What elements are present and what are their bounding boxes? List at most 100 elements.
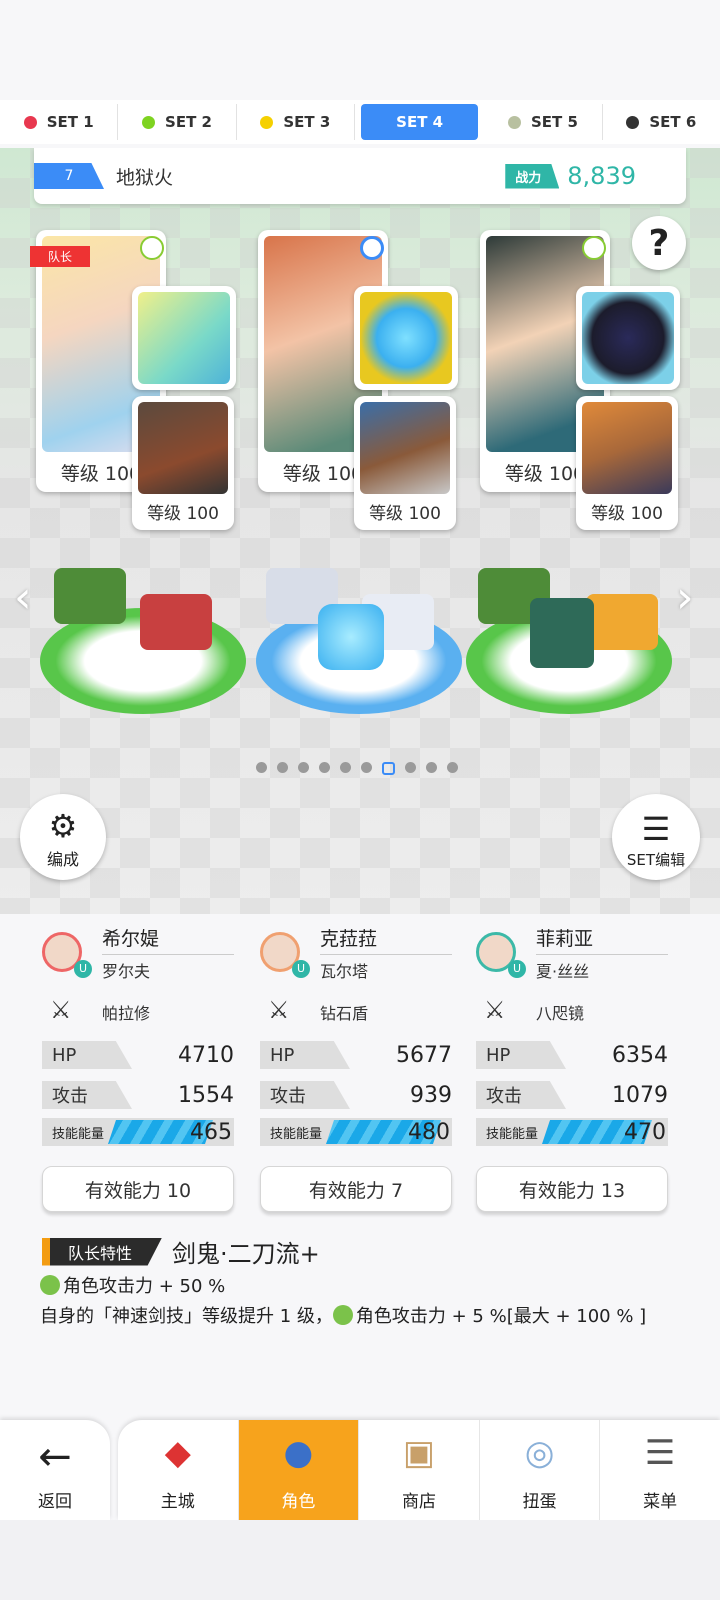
pedestal-block: [140, 594, 212, 650]
leaf-element-icon: [582, 236, 606, 260]
skill-energy-bar: 技能能量 480: [260, 1118, 452, 1146]
team-scene: 7 地狱火 战力 8,839 ? 队长 等级 100 等级 100 等级 100…: [0, 148, 720, 914]
tab-set-2[interactable]: SET 2: [118, 104, 237, 140]
hp-row: HP 4710: [42, 1040, 234, 1070]
team-number: 7: [34, 163, 104, 189]
page-dot[interactable]: [277, 762, 288, 773]
page-dot[interactable]: [361, 762, 372, 773]
arrow-left-icon: ←: [38, 1434, 72, 1480]
hp-value: 6354: [612, 1042, 668, 1068]
attack-label: 攻击: [476, 1081, 566, 1109]
weapon-card-2[interactable]: [354, 286, 458, 390]
hp-label: HP: [476, 1041, 566, 1069]
page-dot[interactable]: [447, 762, 458, 773]
hp-value: 4710: [178, 1042, 234, 1068]
equipment-name: 八咫镜: [536, 1004, 585, 1023]
nav-gacha[interactable]: ◎ 扭蛋: [480, 1420, 601, 1520]
tab-label: SET 1: [46, 113, 94, 131]
set-edit-button[interactable]: ☰ SET编辑: [612, 794, 700, 880]
support-card-1[interactable]: 等级 100: [132, 396, 234, 530]
pedestal-block: [54, 568, 126, 624]
menu-icon: ☰: [644, 1433, 676, 1473]
page-dot[interactable]: [340, 762, 351, 773]
key-gear-icon: ⚙: [48, 807, 78, 845]
team-name[interactable]: 地狱火: [116, 163, 173, 190]
attack-row: 攻击 1079: [476, 1080, 668, 1110]
energy-value: 465: [190, 1119, 232, 1145]
tab-label: SET 6: [649, 113, 697, 131]
tab-set-1[interactable]: SET 1: [0, 104, 119, 140]
support-portrait: [582, 402, 672, 494]
equipment-name: 帕拉修: [102, 1004, 151, 1023]
chevron-left-icon[interactable]: ‹: [14, 572, 32, 623]
page-dot[interactable]: [256, 762, 267, 773]
nav-menu[interactable]: ☰ 菜单: [600, 1420, 720, 1520]
team-power: 战力 8,839: [505, 162, 636, 190]
hp-label: HP: [42, 1041, 132, 1069]
castle-icon: ◆: [164, 1433, 191, 1473]
axe-weapon-icon: [138, 292, 230, 384]
back-button[interactable]: ← 返回: [0, 1420, 110, 1520]
tab-set-4[interactable]: SET 4: [360, 104, 479, 140]
page-dot[interactable]: [298, 762, 309, 773]
trait-desc-text: 自身的「神速剑技」等级提升 1 级，: [40, 1306, 333, 1327]
level-text: 等级 100: [147, 504, 219, 524]
weapon-card-3[interactable]: [576, 286, 680, 390]
page-dot[interactable]: [405, 762, 416, 773]
support-portrait: [360, 402, 450, 494]
chevron-right-icon[interactable]: ›: [676, 572, 694, 623]
hp-label: HP: [260, 1041, 350, 1069]
effective-ability-button[interactable]: 有效能力 13: [476, 1166, 668, 1212]
nav-shop[interactable]: ▣ 商店: [359, 1420, 480, 1520]
page-dot-active[interactable]: [382, 762, 395, 775]
page-dot[interactable]: [426, 762, 437, 773]
energy-label: 技能能量: [270, 1126, 323, 1142]
nav-castle[interactable]: ◆ 主城: [118, 1420, 239, 1520]
set-edit-label: SET编辑: [626, 851, 686, 869]
attack-value: 939: [410, 1082, 452, 1108]
water-element-icon: [360, 236, 384, 260]
support-card-3[interactable]: 等级 100: [576, 396, 678, 530]
weapon-slot-icon: ⚔: [50, 996, 72, 1024]
power-value: 8,839: [567, 162, 636, 190]
support-card-2[interactable]: 等级 100: [354, 396, 456, 530]
tab-label: SET 4: [396, 113, 444, 131]
energy-value: 480: [408, 1119, 450, 1145]
tab-label: SET 3: [283, 113, 331, 131]
list-icon: ☰: [641, 810, 671, 848]
u-badge: U: [292, 960, 310, 978]
nav-character[interactable]: ● 角色: [238, 1420, 360, 1520]
set-color-dot: [626, 115, 640, 129]
attack-label: 攻击: [42, 1081, 132, 1109]
hp-row: HP 6354: [476, 1040, 668, 1070]
character-name: 希尔媞: [102, 924, 234, 955]
mirror-icon: [582, 292, 674, 384]
skill-energy-bar: 技能能量 470: [476, 1118, 668, 1146]
tab-set-3[interactable]: SET 3: [237, 104, 355, 140]
formation-button[interactable]: ⚙ 编成: [20, 794, 106, 880]
hp-row: HP 5677: [260, 1040, 452, 1070]
set-tabs: SET 1 SET 2 SET 3 SET 4 SET 5 SET 6: [0, 100, 720, 144]
weapon-card-1[interactable]: [132, 286, 236, 390]
leader-trait-tag: 队长特性: [42, 1237, 163, 1266]
level-text: 等级 100: [591, 504, 663, 524]
formation-label: 编成: [46, 850, 79, 869]
tab-set-6[interactable]: SET 6: [603, 104, 720, 140]
level-text: 等级 100: [369, 504, 441, 524]
system-bar-area: [0, 1520, 720, 1600]
page-dot[interactable]: [319, 762, 330, 773]
set-color-dot: [508, 115, 521, 129]
character-icon: ●: [283, 1433, 314, 1473]
equipment-name: 钻石盾: [320, 1004, 369, 1023]
character-name: 克菈菈: [320, 924, 452, 955]
attack-row: 攻击 939: [260, 1080, 452, 1110]
help-button[interactable]: ?: [632, 216, 686, 270]
page-indicator: [256, 762, 458, 775]
leader-tag: 队长: [30, 246, 91, 267]
team-header: 7 地狱火 战力 8,839: [34, 148, 686, 204]
tab-set-5[interactable]: SET 5: [484, 104, 603, 140]
set-color-dot: [23, 115, 37, 129]
effective-ability-button[interactable]: 有效能力 10: [42, 1166, 234, 1212]
diamond-shield-sprite: [318, 604, 384, 670]
effective-ability-button[interactable]: 有效能力 7: [260, 1166, 452, 1212]
